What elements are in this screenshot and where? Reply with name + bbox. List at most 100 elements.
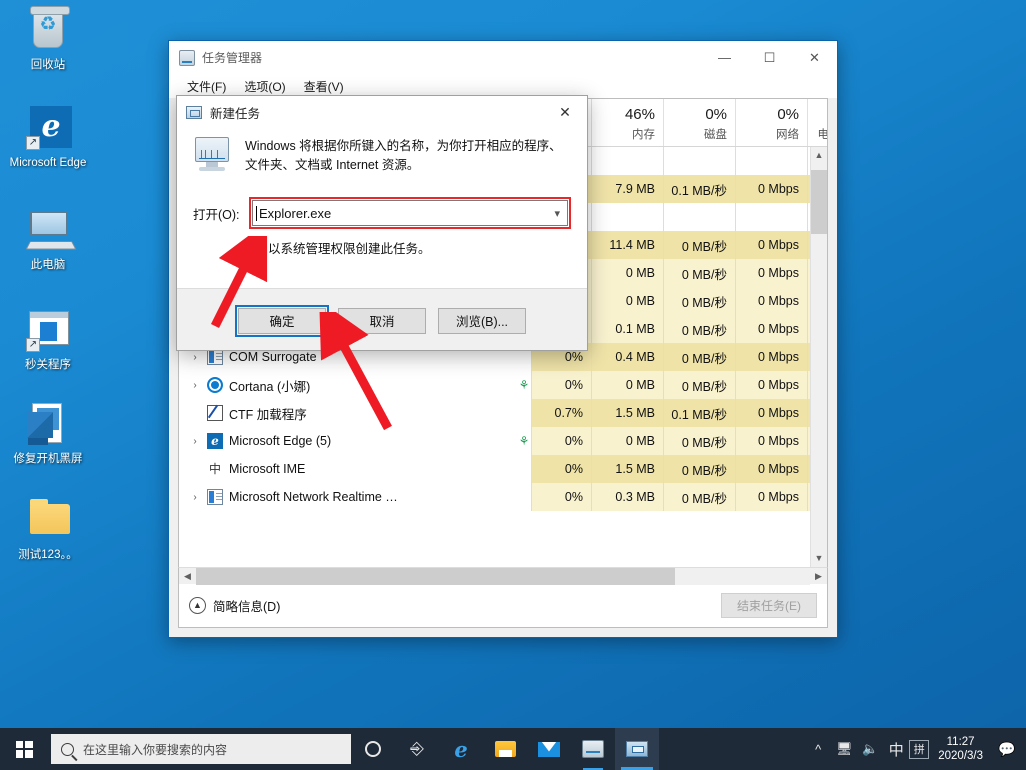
row-mem-cell: 0 MB	[591, 427, 663, 455]
dialog-description: Windows 将根据你所键入的名称，为你打开相应的程序、文件夹、文档或 Int…	[245, 139, 562, 172]
scroll-up-arrow[interactable]: ▲	[811, 147, 827, 164]
dialog-title: 新建任务	[210, 106, 261, 121]
volume-icon[interactable]: 🔈	[857, 728, 883, 770]
taskbar-new-task-icon[interactable]	[615, 728, 659, 770]
admin-checkbox[interactable]	[249, 240, 262, 254]
row-net-cell: 0 Mbps	[735, 231, 807, 259]
start-button[interactable]	[0, 728, 48, 770]
desktop: 回收站 e↗ Microsoft Edge 此电脑 ↗ 秒关程序 修复开机黑屏 …	[0, 0, 1026, 770]
ok-button[interactable]: 确定	[235, 304, 329, 337]
column-header-disk[interactable]: 0% 磁盘	[663, 99, 735, 146]
cancel-button[interactable]: 取消	[338, 307, 426, 334]
text-caret	[256, 205, 257, 221]
taskbar-cortana-icon[interactable]	[351, 728, 395, 770]
end-task-button[interactable]: 结束任务(E)	[721, 593, 817, 618]
row-mem-cell: 0 MB	[591, 371, 663, 399]
row-cpu-cell: 0.7%	[531, 399, 591, 427]
scroll-thumb[interactable]	[811, 170, 827, 234]
admin-checkbox-label: 以系统管理权限创建此任务。	[268, 242, 431, 256]
table-row[interactable]: 中 Microsoft IME 0% 1.5 MB 0 MB/秒 0 Mbps	[179, 455, 827, 483]
windows-logo-icon	[15, 740, 33, 758]
taskbar-edge-icon[interactable]: e	[439, 728, 483, 770]
taskbar-mail-icon[interactable]	[527, 728, 571, 770]
row-net-cell: 0 Mbps	[735, 399, 807, 427]
desktop-icon-microsoft-edge[interactable]: e ↗ Microsoft Edge	[6, 104, 90, 170]
column-pct: 46%	[624, 106, 655, 123]
row-dsk-cell: 0 MB/秒	[663, 259, 735, 287]
ime-pinyin-icon[interactable]: 拼	[909, 739, 930, 759]
desktop-icon-test-folder[interactable]: 测试123。。	[6, 496, 90, 562]
column-pct: 0%	[705, 106, 727, 123]
column-header-memory[interactable]: 46% 内存	[591, 99, 663, 146]
hscroll-track[interactable]	[196, 567, 810, 585]
taskbar-file-explorer-icon[interactable]	[483, 728, 527, 770]
desktop-icon-fix-black-screen[interactable]: 修复开机黑屏	[1, 400, 95, 466]
task-manager-titlebar[interactable]: 任务管理器 — ☐ ✕	[169, 41, 837, 74]
row-mem-cell: 0.3 MB	[591, 483, 663, 511]
scroll-left-arrow[interactable]: ◀	[179, 571, 196, 582]
open-input-value[interactable]: Explorer.exe	[259, 206, 331, 221]
window-controls: — ☐ ✕	[702, 41, 837, 74]
column-header-power[interactable]: 电	[807, 99, 827, 146]
chevron-right-icon[interactable]: ›	[189, 492, 201, 503]
row-dsk-cell: 0.1 MB/秒	[663, 175, 735, 203]
vertical-scrollbar[interactable]: ▲ ▼	[810, 147, 827, 567]
desktop-icon-recycle-bin[interactable]: 回收站	[6, 6, 90, 72]
less-details-button[interactable]: ▲ 简略信息(D)	[189, 596, 280, 615]
less-details-label: 简略信息(D)	[213, 600, 281, 614]
scroll-right-arrow[interactable]: ▶	[810, 571, 827, 582]
desktop-icon-this-pc[interactable]: 此电脑	[6, 206, 90, 272]
mail-icon	[538, 741, 560, 757]
row-dsk-cell: 0.1 MB/秒	[663, 399, 735, 427]
chevron-right-icon[interactable]: ›	[189, 352, 201, 363]
dialog-body: Windows 将根据你所键入的名称，为你打开相应的程序、文件夹、文档或 Int…	[177, 128, 587, 288]
table-row[interactable]: › Microsoft Network Realtime … 0% 0.3 MB 0 M…	[179, 483, 827, 511]
chevron-right-icon[interactable]: ›	[189, 436, 201, 447]
column-label: 磁盘	[704, 129, 727, 141]
open-combobox[interactable]: Explorer.exe ▾	[252, 200, 568, 226]
ctf-icon	[207, 405, 223, 421]
desktop-icon-program[interactable]: ↗ 秒关程序	[6, 306, 90, 372]
hscroll-thumb[interactable]	[196, 567, 675, 585]
horizontal-scrollbar[interactable]: ◀ ▶	[178, 567, 828, 585]
row-mem-cell: 1.5 MB	[591, 399, 663, 427]
chevron-up-icon[interactable]: ^	[805, 728, 831, 770]
admin-checkbox-row[interactable]: 以系统管理权限创建此任务。	[193, 238, 571, 257]
chevron-down-icon[interactable]: ▾	[554, 207, 560, 220]
desktop-icon-label: Microsoft Edge	[9, 157, 87, 169]
row-dsk-cell: 0 MB/秒	[663, 287, 735, 315]
menu-options[interactable]: 选项(O)	[235, 76, 294, 97]
task-manager-footer: ▲ 简略信息(D) 结束任务(E)	[178, 584, 828, 628]
row-name-cell: › Microsoft Network Realtime …	[179, 483, 531, 511]
chevron-right-icon[interactable]: ›	[189, 380, 201, 391]
network-icon[interactable]: 🖥	[831, 728, 857, 770]
com-icon	[207, 489, 223, 505]
column-label: 内存	[632, 129, 655, 141]
document-cubes-icon	[24, 400, 72, 448]
dialog-titlebar[interactable]: 新建任务 ✕	[177, 96, 587, 128]
table-row[interactable]: CTF 加载程序 0.7% 1.5 MB 0.1 MB/秒 0 Mbps	[179, 399, 827, 427]
system-tray: ^ 🖥 🔈 中 拼 11:27 2020/3/3 💬	[805, 728, 1026, 770]
taskbar-task-manager-icon[interactable]	[571, 728, 615, 770]
table-row[interactable]: › Cortana (小娜) ⚘ 0% 0 MB 0 MB/秒 0 Mbps	[179, 371, 827, 399]
ime-mode-icon[interactable]: 中	[883, 728, 909, 770]
recycle-bin-icon	[24, 6, 72, 54]
process-name: Microsoft Network Realtime …	[229, 490, 398, 504]
scroll-track[interactable]	[811, 164, 827, 550]
notification-icon[interactable]: 💬	[992, 728, 1022, 770]
search-input[interactable]: 在这里输入你要搜索的内容	[51, 734, 351, 764]
menu-view[interactable]: 查看(V)	[295, 76, 353, 97]
maximize-button[interactable]: ☐	[747, 41, 792, 74]
clock[interactable]: 11:27 2020/3/3	[929, 735, 992, 763]
menu-file[interactable]: 文件(F)	[178, 76, 235, 97]
clock-time: 11:27	[946, 736, 975, 748]
dialog-close-button[interactable]: ✕	[543, 96, 587, 128]
minimize-button[interactable]: —	[702, 41, 747, 74]
browse-button[interactable]: 浏览(B)...	[438, 307, 526, 334]
scroll-down-arrow[interactable]: ▼	[811, 550, 827, 567]
column-header-network[interactable]: 0% 网络	[735, 99, 807, 146]
close-button[interactable]: ✕	[792, 41, 837, 74]
table-row[interactable]: › e Microsoft Edge (5) ⚘ 0% 0 MB 0 MB/秒 0 Mbps	[179, 427, 827, 455]
this-pc-icon	[24, 206, 72, 254]
taskbar-task-view-icon[interactable]: ⎆	[395, 728, 439, 770]
